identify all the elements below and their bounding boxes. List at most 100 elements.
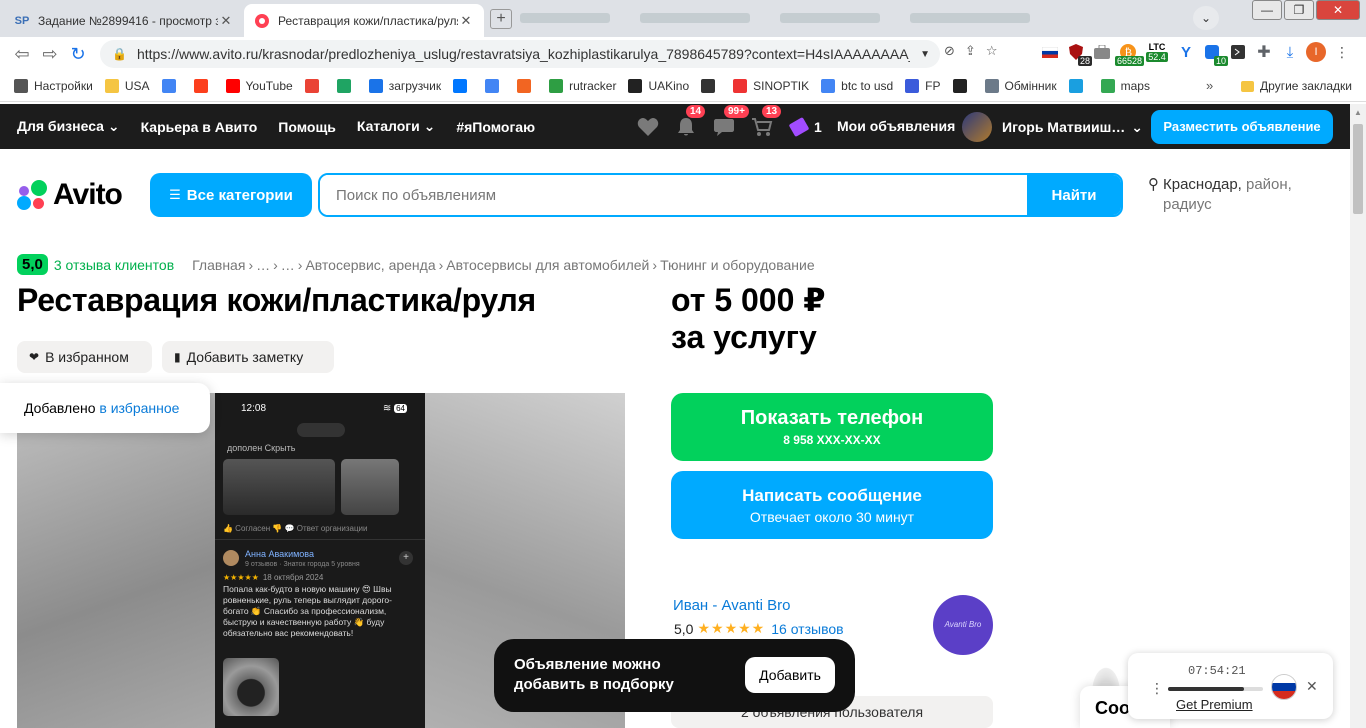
bitcoin-icon[interactable]: ₿ 66528 bbox=[1114, 40, 1144, 66]
url-bar[interactable]: 🔒 https://www.avito.ru/krasnodar/predloz… bbox=[100, 40, 940, 68]
menu-kebab-icon[interactable]: ⋮ bbox=[1332, 40, 1352, 64]
write-message-button[interactable]: Написать сообщение Отвечает около 30 мин… bbox=[671, 471, 993, 539]
briefcase-extension-icon[interactable] bbox=[1092, 40, 1112, 64]
bookmark-item[interactable] bbox=[952, 79, 973, 93]
bookmark-item[interactable]: Обмінник bbox=[984, 79, 1057, 93]
lock-icon[interactable]: 🔒 bbox=[112, 47, 127, 61]
breadcrumb-item[interactable]: Главная bbox=[192, 257, 245, 273]
close-window-icon[interactable]: ✕ bbox=[1316, 0, 1360, 20]
breadcrumb-item[interactable]: … bbox=[281, 257, 295, 273]
breadcrumb-item[interactable]: Автосервис, аренда bbox=[305, 257, 435, 273]
close-tab-icon[interactable]: ✕ bbox=[218, 13, 234, 29]
exchange-icon bbox=[984, 79, 999, 93]
bookmark-item[interactable]: rutracker bbox=[549, 79, 616, 93]
bookmark-item[interactable]: загрузчик bbox=[368, 79, 441, 93]
bookmark-item[interactable]: UAKino bbox=[628, 79, 689, 93]
bookmark-item[interactable] bbox=[161, 79, 182, 93]
bookmark-item[interactable]: FP bbox=[905, 79, 941, 93]
more-bookmarks-icon[interactable]: » bbox=[1206, 78, 1213, 93]
dynamic-island bbox=[297, 423, 345, 437]
widget-menu-icon[interactable]: ⋮ bbox=[1150, 680, 1164, 697]
blue-extension-icon[interactable]: 10 bbox=[1202, 40, 1228, 66]
browser-tab-active[interactable]: Реставрация кожи/пластика/руля ✕ bbox=[244, 4, 484, 37]
messages-icon[interactable]: 99+ bbox=[712, 104, 749, 139]
maximize-icon[interactable]: ❐ bbox=[1284, 0, 1314, 20]
seller-reviews-link[interactable]: 16 отзывов bbox=[771, 621, 843, 637]
location-selector[interactable]: ⚲ Краснодар, район, радиус bbox=[1148, 175, 1338, 215]
bookmark-item[interactable] bbox=[453, 79, 473, 93]
scroll-up-icon[interactable]: ▲ bbox=[1354, 108, 1362, 117]
search-submit-button[interactable]: Найти bbox=[1027, 175, 1121, 215]
bookmark-item[interactable] bbox=[336, 79, 357, 93]
breadcrumb-item[interactable]: Автосервисы для автомобилей bbox=[446, 257, 649, 273]
tab-search-icon[interactable]: ⌄ bbox=[1193, 6, 1219, 30]
add-to-collection-button[interactable]: Добавить bbox=[745, 657, 835, 693]
tickets-icon[interactable]: 1 bbox=[788, 115, 828, 139]
favorites-heart-icon[interactable] bbox=[636, 115, 660, 139]
shield-extension-icon[interactable]: 28 bbox=[1066, 40, 1092, 66]
page-scrollbar[interactable]: ▲ bbox=[1350, 104, 1366, 728]
breadcrumb-item[interactable]: Тюнинг и оборудование bbox=[660, 257, 815, 273]
favorite-button[interactable]: ❤ В избранном bbox=[17, 341, 152, 373]
block-popup-icon[interactable]: ⊘ bbox=[944, 43, 955, 59]
puzzle-icon[interactable]: ✚ bbox=[1254, 40, 1274, 64]
nav-catalogs[interactable]: Каталоги ⌄ bbox=[357, 118, 435, 135]
location-pin-icon: ⚲ bbox=[1148, 176, 1159, 193]
cart-icon[interactable]: 13 bbox=[750, 104, 782, 139]
bookmark-item[interactable] bbox=[485, 79, 505, 93]
favorites-link[interactable]: в избранное bbox=[99, 400, 179, 416]
bookmark-item[interactable]: Настройки bbox=[14, 79, 93, 93]
favorites-tooltip: Добавлено в избранное bbox=[0, 383, 210, 433]
nav-i-help[interactable]: #яПомогаю bbox=[456, 119, 535, 135]
close-tab-icon[interactable]: ✕ bbox=[458, 13, 474, 29]
download-icon[interactable]: ⤓ bbox=[1280, 40, 1300, 64]
litecoin-icon[interactable]: LTC 52.4 bbox=[1144, 40, 1170, 64]
bookmark-item[interactable]: YouTube bbox=[225, 79, 293, 93]
bookmark-item[interactable] bbox=[1068, 79, 1089, 93]
russia-flag-icon[interactable] bbox=[1040, 40, 1060, 64]
avito-logo[interactable]: Avito bbox=[17, 178, 123, 212]
bookmark-item[interactable] bbox=[193, 79, 214, 93]
bookmark-item[interactable]: maps bbox=[1100, 79, 1150, 93]
all-categories-button[interactable]: ☰ Все категории bbox=[150, 173, 312, 217]
search-input[interactable] bbox=[320, 175, 1027, 215]
seller-name-link[interactable]: Иван - Avanti Bro bbox=[673, 597, 790, 614]
bookmark-item[interactable] bbox=[304, 79, 325, 93]
minimize-icon[interactable]: — bbox=[1252, 0, 1282, 20]
location-city: Краснодар, bbox=[1163, 176, 1242, 193]
terminal-extension-icon[interactable] bbox=[1228, 40, 1248, 64]
bookmark-item[interactable]: SINOPTIK bbox=[733, 79, 809, 93]
my-ads-link[interactable]: Мои объявления bbox=[837, 118, 955, 134]
breadcrumb-item[interactable]: … bbox=[256, 257, 270, 273]
seller-avatar[interactable]: Avanti Bro bbox=[933, 595, 993, 655]
bookmark-item[interactable]: USA bbox=[104, 79, 150, 93]
nav-help[interactable]: Помощь bbox=[278, 119, 336, 135]
vpn-timer-widget: 07:54:21 ⋮ ✕ Get Premium bbox=[1128, 653, 1333, 719]
bookmark-star-icon[interactable]: ☆ bbox=[986, 43, 998, 59]
close-widget-icon[interactable]: ✕ bbox=[1306, 678, 1318, 695]
get-premium-link[interactable]: Get Premium bbox=[1176, 697, 1253, 712]
reviews-link[interactable]: 3 отзыва клиентов bbox=[54, 257, 174, 273]
scrollbar-thumb[interactable] bbox=[1353, 124, 1363, 214]
dropdown-caret-icon[interactable]: ▼ bbox=[920, 49, 930, 60]
post-ad-button[interactable]: Разместить объявление bbox=[1151, 110, 1333, 144]
add-note-button[interactable]: ▮ Добавить заметку bbox=[162, 341, 334, 373]
other-bookmarks[interactable]: Другие закладки bbox=[1241, 79, 1352, 93]
nav-for-business[interactable]: Для бизнеса ⌄ bbox=[17, 118, 120, 135]
back-arrow-icon[interactable]: ⇦ bbox=[8, 44, 36, 65]
share-icon[interactable]: ⇪ bbox=[965, 43, 976, 59]
bookmark-item[interactable] bbox=[701, 79, 721, 93]
bookmark-item[interactable]: btc to usd bbox=[821, 79, 893, 93]
nav-career[interactable]: Карьера в Авито bbox=[141, 119, 258, 135]
bookmark-item[interactable] bbox=[517, 79, 537, 93]
v-extension-icon[interactable]: Y bbox=[1176, 40, 1196, 64]
new-tab-button[interactable]: + bbox=[490, 9, 512, 29]
user-menu[interactable]: Игорь Матвииш… ⌄ bbox=[962, 112, 1143, 142]
notifications-bell-icon[interactable]: 14 bbox=[674, 104, 706, 139]
browser-tab[interactable]: SP Задание №2899416 - просмотр з ✕ bbox=[4, 4, 244, 37]
forward-arrow-icon[interactable]: ⇨ bbox=[36, 44, 64, 65]
russia-flag-icon[interactable] bbox=[1271, 674, 1297, 700]
show-phone-button[interactable]: Показать телефон 8 958 XXX-XX-XX bbox=[671, 393, 993, 461]
reload-icon[interactable]: ↻ bbox=[64, 44, 92, 65]
profile-avatar[interactable]: I bbox=[1306, 42, 1326, 62]
